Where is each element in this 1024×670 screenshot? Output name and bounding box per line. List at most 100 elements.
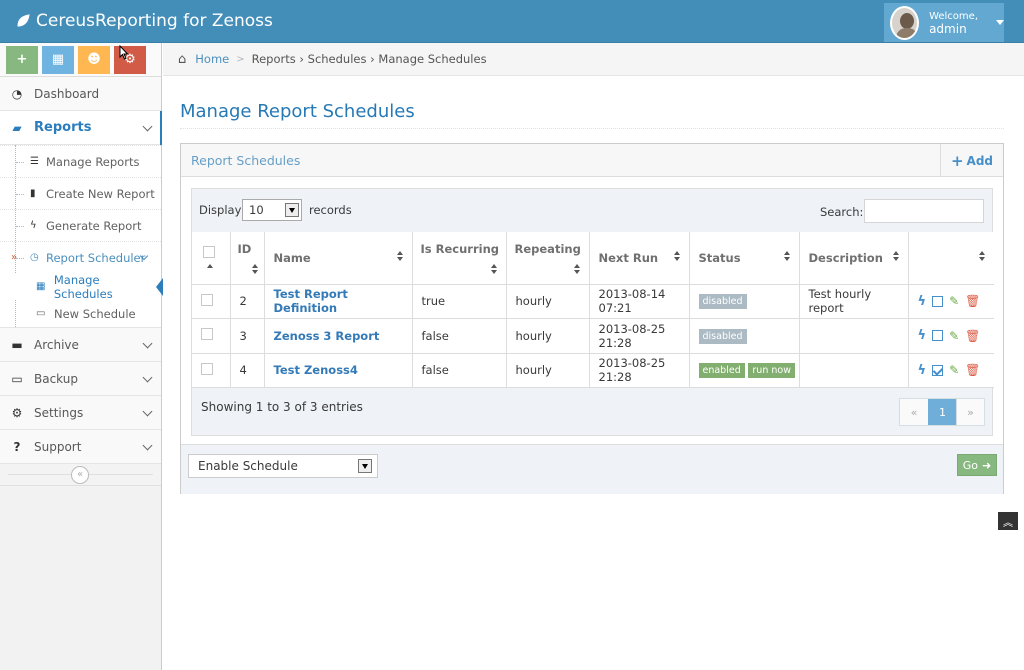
go-button[interactable]: Go ➜ <box>957 454 997 476</box>
col-repeating[interactable]: Repeating <box>506 232 590 285</box>
page-title: Manage Report Schedules <box>180 101 415 122</box>
trash-icon[interactable]: 🗑 <box>965 363 980 377</box>
sidebar-item-report-scheduler[interactable]: » ◷ Report Scheduler <box>0 241 161 273</box>
col-name[interactable]: Name <box>264 232 413 285</box>
breadcrumb-home-link[interactable]: Home <box>195 52 229 66</box>
col-status[interactable]: Status <box>689 232 800 285</box>
records-label: records <box>309 203 352 217</box>
sidebar-item-archive[interactable]: ▬ Archive <box>0 328 161 362</box>
sidebar-item-label: Archive <box>34 337 79 352</box>
sidebar-item-reports[interactable]: ▰ Reports <box>0 111 162 145</box>
row-select-cell <box>192 353 231 388</box>
run-icon[interactable]: ϟ <box>918 328 927 343</box>
edit-icon[interactable]: ✎ <box>949 363 959 377</box>
page-length-select[interactable]: 10 <box>242 199 302 221</box>
sidebar-item-generate-report[interactable]: ϟ Generate Report <box>0 209 161 241</box>
scroll-to-top-button[interactable]: ︽ <box>998 512 1018 530</box>
row-checkbox[interactable] <box>201 362 213 375</box>
add-shortcut-button[interactable]: + <box>6 45 38 74</box>
select-all-checkbox[interactable] <box>203 246 215 258</box>
next-page-button[interactable]: » <box>956 399 984 425</box>
bulk-action-select[interactable]: Enable Schedule <box>188 454 378 478</box>
run-icon[interactable]: ϟ <box>918 363 927 378</box>
sidebar-item-support[interactable]: ? Support <box>0 430 161 464</box>
calendar-shortcut-button[interactable]: ▦ <box>42 45 74 74</box>
table-toolbar: Display 10 records Search: <box>192 189 992 231</box>
schedule-name-link[interactable]: Zenoss 3 Report <box>274 329 380 343</box>
hdd-icon: ▭ <box>11 371 23 386</box>
table-row: 4 Test Zenoss4 false hourly 2013-08-25 2… <box>192 353 994 388</box>
brand[interactable]: CereusReporting for Zenoss <box>16 11 273 31</box>
trash-icon[interactable]: 🗑 <box>965 294 980 308</box>
search-input[interactable] <box>864 199 984 223</box>
sidebar-item-create-report[interactable]: ▮ Create New Report <box>0 177 161 209</box>
mouse-cursor-icon <box>119 45 129 60</box>
chevron-down-icon <box>142 121 153 132</box>
add-schedule-button[interactable]: + Add <box>939 144 1003 177</box>
col-is-recurring-label: Is Recurring <box>420 242 500 256</box>
edit-icon[interactable]: ✎ <box>949 294 959 308</box>
sidebar-item-label: Report Scheduler <box>46 250 146 265</box>
calendar-empty-icon: ▭ <box>36 308 46 319</box>
chevron-down-icon <box>142 440 153 451</box>
breadcrumb-separator: > <box>236 53 245 65</box>
users-shortcut-button[interactable]: ☻ <box>78 45 110 74</box>
bulk-action-toolbar: Enable Schedule Go ➜ <box>181 444 1003 494</box>
sidebar-item-label: Dashboard <box>34 86 100 101</box>
col-actions[interactable] <box>908 232 994 285</box>
home-icon: ⌂ <box>178 51 187 67</box>
cell-recurring: true <box>412 284 507 319</box>
col-is-recurring[interactable]: Is Recurring <box>412 232 507 285</box>
chevron-down-icon <box>142 406 153 417</box>
sort-icon <box>783 251 791 265</box>
sidebar-item-manage-reports[interactable]: ☰ Manage Reports <box>0 145 161 177</box>
row-select-cell <box>192 318 231 354</box>
enable-toggle-checked-icon[interactable] <box>932 364 944 376</box>
dropdown-arrow-icon <box>358 459 372 473</box>
widget-header: Report Schedules + Add <box>181 144 1003 177</box>
sidebar-item-settings[interactable]: ⚙ Settings <box>0 396 161 430</box>
sidebar-item-dashboard[interactable]: ◔ Dashboard <box>0 77 161 111</box>
sidebar-item-label: Backup <box>34 371 78 386</box>
col-next-run[interactable]: Next Run <box>589 232 690 285</box>
run-icon[interactable]: ϟ <box>918 294 927 309</box>
sidebar-item-backup[interactable]: ▭ Backup <box>0 362 161 396</box>
sort-asc-icon <box>207 264 213 268</box>
schedule-name-link[interactable]: Test Zenoss4 <box>274 363 358 377</box>
sidebar-item-new-schedule[interactable]: ▭ New Schedule <box>0 300 161 327</box>
row-checkbox[interactable] <box>201 293 213 306</box>
enable-toggle-icon[interactable] <box>932 330 944 342</box>
cell-recurring: false <box>412 353 507 388</box>
dropdown-arrow-icon <box>285 203 299 217</box>
row-checkbox[interactable] <box>201 328 213 341</box>
edit-icon[interactable]: ✎ <box>949 329 959 343</box>
breadcrumb: ⌂ Home > Reports › Schedules › Manage Sc… <box>163 43 1024 76</box>
report-schedules-widget: Report Schedules + Add Display 10 record… <box>180 143 1004 494</box>
bolt-icon: ϟ <box>30 220 37 231</box>
trash-icon[interactable]: 🗑 <box>965 329 980 343</box>
prev-page-button[interactable]: « <box>900 399 928 425</box>
status-badge: disabled <box>698 294 747 310</box>
caret-down-icon <box>996 20 1004 25</box>
bulk-action-value: Enable Schedule <box>198 459 298 473</box>
col-id[interactable]: ID <box>230 232 265 285</box>
page-1-button[interactable]: 1 <box>928 399 956 425</box>
cell-name: Test Report Definition <box>264 284 413 319</box>
chevron-down-icon <box>142 338 153 349</box>
search-label: Search: <box>820 205 864 219</box>
table-row: 3 Zenoss 3 Report false hourly 2013-08-2… <box>192 318 994 354</box>
file-icon: ▮ <box>30 188 36 199</box>
col-description[interactable]: Description <box>799 232 909 285</box>
cell-actions: ϟ ✎ 🗑 <box>908 284 994 319</box>
run-now-button[interactable]: run now <box>748 363 795 379</box>
enable-toggle-icon[interactable] <box>932 295 944 307</box>
table-row: 2 Test Report Definition true hourly 201… <box>192 284 994 319</box>
double-angle-right-icon: » <box>11 252 18 263</box>
schedule-name-link[interactable]: Test Report Definition <box>274 287 348 315</box>
book-icon: ▰ <box>12 120 22 135</box>
sidebar-item-manage-schedules[interactable]: ▦ Manage Schedules <box>0 273 163 301</box>
collapse-sidebar-button[interactable]: « <box>71 466 89 484</box>
row-select-cell <box>192 284 231 319</box>
user-menu[interactable]: Welcome, admin <box>884 3 1004 42</box>
cell-next-run: 2013-08-25 21:28 <box>589 318 690 354</box>
